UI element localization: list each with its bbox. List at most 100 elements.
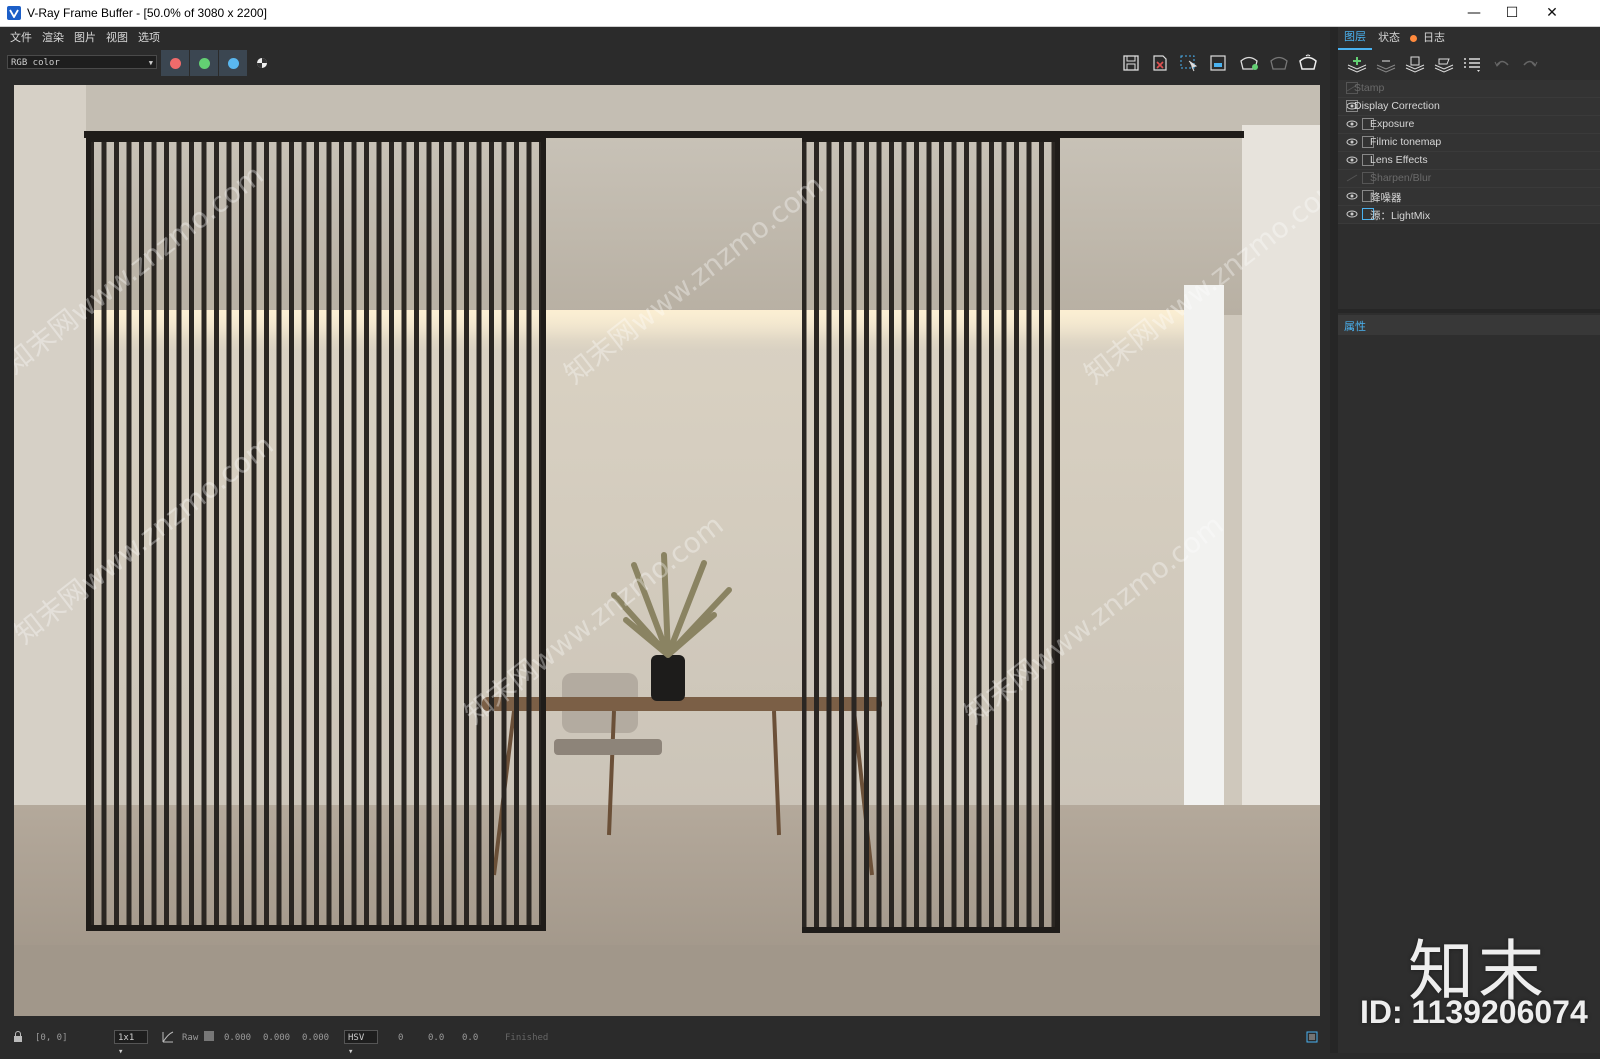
menu-render[interactable]: 渲染 xyxy=(42,29,64,45)
blue-channel-button[interactable] xyxy=(219,50,247,76)
tab-stats[interactable]: 状态 xyxy=(1372,27,1406,49)
pixel-s-value: 0.0 xyxy=(428,1033,445,1043)
layer-row-lightmix[interactable]: 源：LightMix xyxy=(1338,206,1600,224)
layer-row-filmic-tonemap[interactable]: Filmic tonemap xyxy=(1338,134,1600,152)
vray-app-icon xyxy=(7,6,21,20)
layer-row-sharpen-blur[interactable]: Sharpen/Blur xyxy=(1338,170,1600,188)
layer-label: 降噪器 xyxy=(1370,192,1402,204)
layer-row-stamp[interactable]: Stamp xyxy=(1338,80,1600,98)
tab-log[interactable]: 日志 xyxy=(1417,27,1451,49)
save-image-button[interactable] xyxy=(1121,54,1141,72)
menu-bar: 文件 渲染 图片 视图 选项 xyxy=(0,27,1330,47)
menu-view[interactable]: 视图 xyxy=(106,29,128,45)
eye-icon[interactable] xyxy=(1346,210,1358,218)
maximize-icon: ☐ xyxy=(1505,5,1519,21)
channel-select[interactable]: RGB color ▼ xyxy=(7,55,157,69)
history-toggle-icon[interactable] xyxy=(1306,1031,1318,1046)
clear-image-icon xyxy=(1153,55,1167,71)
track-mouse-button[interactable] xyxy=(1208,54,1228,72)
curve-toggle-icon[interactable] xyxy=(162,1031,174,1046)
green-channel-button[interactable] xyxy=(190,50,218,76)
layer-label: Lens Effects xyxy=(1370,154,1428,166)
rendered-image: 知末网www.znzmo.com 知末网www.znzmo.com 知末网www… xyxy=(14,85,1320,1016)
layer-row-denoiser[interactable]: 降噪器 xyxy=(1338,188,1600,206)
color-swatch xyxy=(204,1031,214,1041)
pixel-v-value: 0.0 xyxy=(462,1033,479,1043)
clear-image-button[interactable] xyxy=(1150,54,1170,72)
region-render-button[interactable] xyxy=(1179,54,1199,72)
redo-button[interactable] xyxy=(1519,55,1541,73)
layers-panel: 图层 状态 日志 Stamp Display Correction Exposu… xyxy=(1338,27,1600,1053)
load-layer-tree-button[interactable] xyxy=(1433,55,1455,73)
save-layer-tree-button[interactable] xyxy=(1404,55,1426,73)
red-channel-icon xyxy=(169,57,181,69)
close-icon: ✕ xyxy=(1546,5,1558,21)
lock-icon[interactable] xyxy=(12,1031,24,1046)
layer-label: Stamp xyxy=(1354,82,1385,94)
eye-icon[interactable] xyxy=(1346,192,1358,200)
pixel-r-value: 0.000 xyxy=(224,1033,252,1043)
remove-layer-button[interactable] xyxy=(1375,55,1397,73)
raw-label: Raw xyxy=(182,1033,199,1043)
layer-presets-icon xyxy=(1464,58,1480,72)
save-image-icon xyxy=(1123,55,1139,71)
eye-icon[interactable] xyxy=(1346,120,1358,128)
region-render-icon xyxy=(1180,55,1198,72)
track-mouse-icon xyxy=(1210,55,1226,71)
add-layer-icon xyxy=(1347,57,1367,73)
layer-label: Exposure xyxy=(1370,118,1415,130)
layer-label: Filmic tonemap xyxy=(1370,136,1442,148)
red-channel-button[interactable] xyxy=(161,50,189,76)
pixel-g-value: 0.000 xyxy=(263,1033,291,1043)
title-bar: V-Ray Frame Buffer - [50.0% of 3080 x 22… xyxy=(0,0,1600,27)
undo-icon xyxy=(1494,60,1509,67)
panel-splitter[interactable] xyxy=(1330,27,1338,1053)
visibility-off-icon[interactable] xyxy=(1346,174,1358,182)
minimize-button[interactable]: — xyxy=(1454,0,1494,26)
render-viewport[interactable]: 知末网www.znzmo.com 知末网www.znzmo.com 知末网www… xyxy=(14,85,1320,1016)
watermark-id: ID: 1139206074 xyxy=(1360,994,1588,1030)
minimize-icon: — xyxy=(1467,5,1481,21)
layer-row-lens-effects[interactable]: Lens Effects xyxy=(1338,152,1600,170)
render-icon xyxy=(1299,54,1317,70)
redo-icon xyxy=(1523,60,1538,67)
menu-file[interactable]: 文件 xyxy=(10,29,32,45)
tab-layers[interactable]: 图层 xyxy=(1338,26,1372,50)
toolbar: RGB color ▼ xyxy=(0,48,1330,78)
layer-presets-button[interactable] xyxy=(1462,55,1484,73)
color-mode-value: HSV xyxy=(348,1033,365,1043)
layer-label: Display Correction xyxy=(1354,100,1440,112)
green-channel-icon xyxy=(198,57,210,69)
layer-label: 源：LightMix xyxy=(1370,210,1431,222)
menu-options[interactable]: 选项 xyxy=(138,29,160,45)
pixel-h-value: 0 xyxy=(398,1033,404,1043)
properties-label: 属性 xyxy=(1344,320,1366,333)
properties-header: 属性 xyxy=(1338,315,1600,335)
eye-icon[interactable] xyxy=(1346,156,1358,164)
alpha-channel-button[interactable] xyxy=(256,57,268,69)
window-title: V-Ray Frame Buffer - [50.0% of 3080 x 22… xyxy=(27,6,267,20)
zoom-value: 1x1 xyxy=(118,1033,135,1043)
layer-row-display-correction[interactable]: Display Correction xyxy=(1338,98,1600,116)
channel-select-value: RGB color xyxy=(11,58,60,68)
render-button[interactable] xyxy=(1297,54,1317,72)
render-interactive-button[interactable] xyxy=(1238,54,1258,72)
close-button[interactable]: ✕ xyxy=(1532,0,1572,26)
pixel-coords: [0, 0] xyxy=(35,1033,68,1043)
add-layer-button[interactable] xyxy=(1346,55,1368,73)
menu-image[interactable]: 图片 xyxy=(74,29,96,45)
layer-row-exposure[interactable]: Exposure xyxy=(1338,116,1600,134)
properties-splitter[interactable] xyxy=(1338,309,1600,313)
blue-channel-icon xyxy=(227,57,239,69)
remove-layer-icon xyxy=(1376,60,1396,73)
stop-render-icon xyxy=(1270,56,1288,70)
zoom-select[interactable]: 1x1 ▾ xyxy=(114,1030,148,1057)
maximize-button[interactable]: ☐ xyxy=(1492,0,1532,26)
chevron-down-icon: ▼ xyxy=(148,59,153,67)
stop-render-button[interactable] xyxy=(1268,54,1288,72)
eye-icon[interactable] xyxy=(1346,138,1358,146)
color-mode-select[interactable]: HSV ▾ xyxy=(344,1030,378,1057)
alpha-channel-icon xyxy=(257,58,267,68)
undo-button[interactable] xyxy=(1491,55,1513,73)
status-bar: [0, 0] 1x1 ▾ Raw 0.000 0.000 0.000 HSV ▾… xyxy=(0,1020,1330,1057)
